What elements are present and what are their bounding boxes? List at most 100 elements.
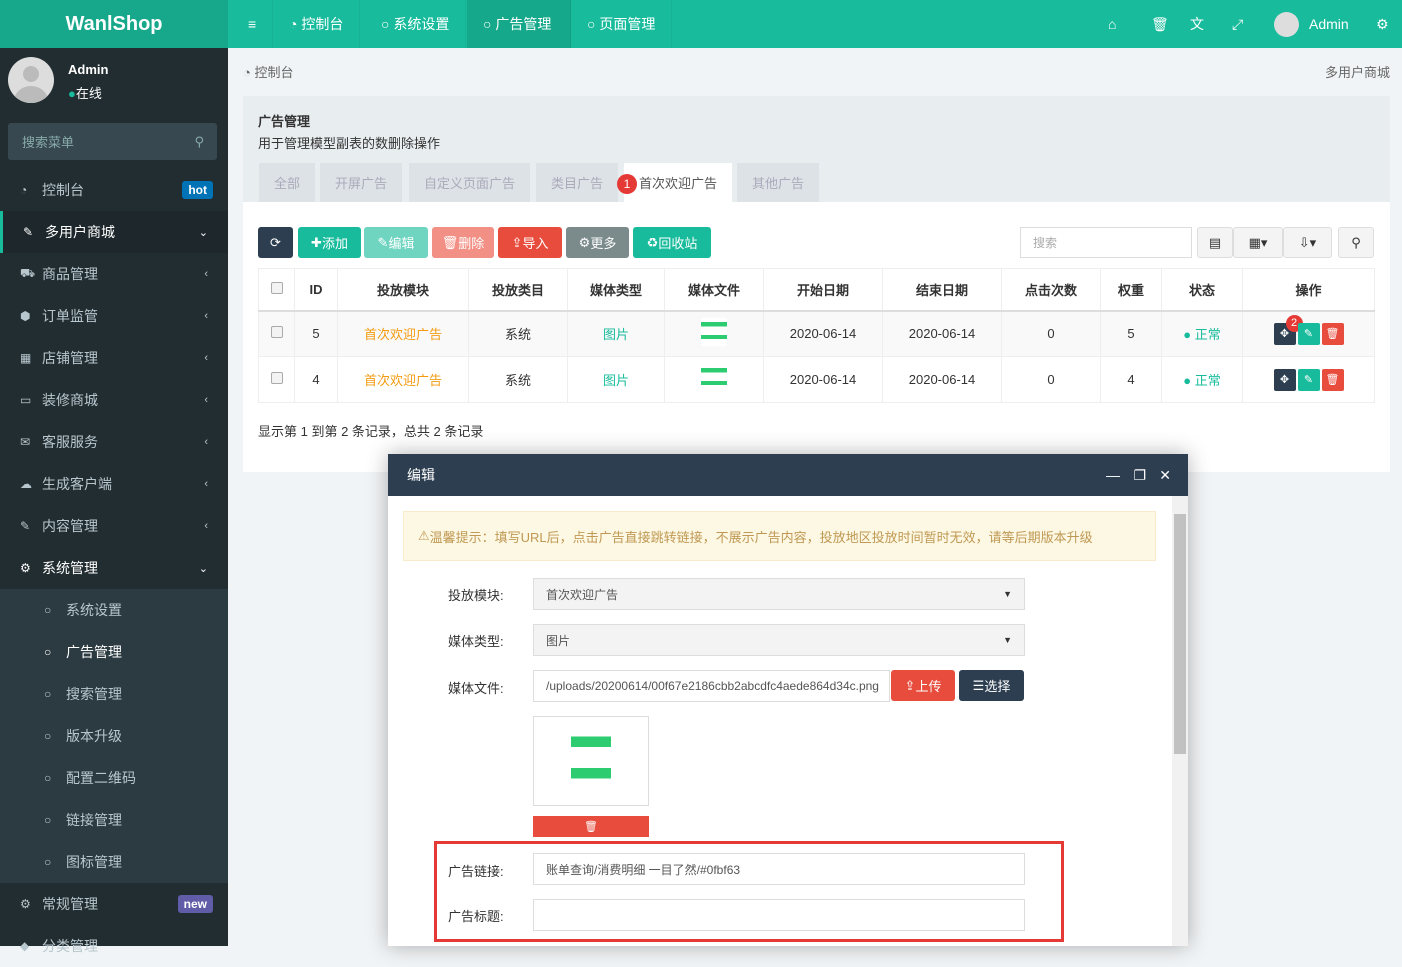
sidebar-item[interactable]: ○ 链接管理 (0, 799, 228, 841)
cell-module[interactable]: 首次欢迎广告 (337, 310, 469, 357)
media-type-select[interactable]: 图片 ▼ (533, 624, 1025, 656)
module-select[interactable]: 首次欢迎广告 ▼ (533, 578, 1025, 610)
logo[interactable]: WanlShop (0, 0, 228, 48)
toggle-view-button[interactable]: ▤ (1197, 227, 1233, 258)
media-file-input[interactable]: /uploads/20200614/00f67e2186cbb2abcdfc4a… (533, 670, 890, 702)
home-icon[interactable]: ⌂ (1108, 0, 1116, 48)
edit-label: 编辑 (388, 236, 415, 251)
drag-sort-button[interactable]: ✥ 2 (1273, 314, 1303, 345)
trash-icon[interactable]: 🗑 (1151, 0, 1169, 48)
col-end-date[interactable]: 结束日期 (882, 268, 1002, 312)
columns-button[interactable]: ▦▾ (1233, 227, 1283, 258)
sidebar-item[interactable]: ○ 版本升级 (0, 715, 228, 757)
col-status[interactable]: 状态 (1161, 268, 1243, 312)
col-weight[interactable]: 权重 (1100, 268, 1162, 312)
tab-splash[interactable]: 开屏广告 (320, 163, 403, 202)
edit-button[interactable]: ✎ 编辑 (364, 227, 428, 258)
tab-other[interactable]: 其他广告 (737, 163, 820, 202)
choose-button[interactable]: ☰ 选择 (959, 670, 1024, 701)
row-edit-button[interactable]: ✎ (1297, 368, 1320, 391)
upload-button[interactable]: ⇪ 上传 (891, 670, 955, 701)
recycle-button[interactable]: ♻ 回收站 (633, 227, 711, 258)
remove-image-button[interactable]: 🗑 (533, 816, 649, 837)
col-clicks[interactable]: 点击次数 (1001, 268, 1101, 312)
row-checkbox[interactable] (258, 356, 295, 403)
sidebar-item[interactable]: ▭ 装修商城 ‹ (0, 379, 228, 421)
row-checkbox[interactable] (258, 310, 295, 357)
cell-media-type[interactable]: 图片 (567, 310, 665, 357)
col-id[interactable]: ID (294, 268, 338, 312)
sidebar-item[interactable]: ⚙ 系统管理 ⌄ (0, 547, 228, 589)
translate-icon[interactable]: 文 (1190, 0, 1204, 48)
tab-welcome[interactable]: 首次欢迎广告 (624, 163, 733, 202)
col-media-type[interactable]: 媒体类型 (567, 268, 665, 312)
sidebar-item[interactable]: ○ 系统设置 (0, 589, 228, 631)
sidebar-item[interactable]: ⛟ 商品管理 ‹ (0, 253, 228, 295)
sidebar-search-input[interactable]: 搜索菜单 ⚲ (8, 123, 217, 160)
delete-button[interactable]: 🗑 删除 (432, 227, 494, 258)
sidebar-item[interactable]: ⚙ 常规管理 new (0, 883, 228, 925)
avatar[interactable] (1274, 12, 1299, 37)
breadcrumb-home[interactable]: 控制台 (254, 65, 293, 80)
cell-clicks: 0 (1001, 310, 1101, 357)
row-edit-button[interactable]: ✎ (1297, 322, 1320, 345)
topnav-page-management[interactable]: ○ 页面管理 (571, 0, 673, 48)
table-search-input[interactable]: 搜索 (1020, 227, 1192, 258)
row-delete-button[interactable]: 🗑 (1321, 322, 1344, 345)
link-input[interactable]: 账单查询/消费明细 一目了然/#0fbf63 (533, 853, 1025, 885)
col-module[interactable]: 投放模块 (337, 268, 469, 312)
fullscreen-icon[interactable]: ⤢ (1232, 0, 1243, 48)
sidebar-item[interactable]: ◔ 控制台 hot (0, 169, 228, 211)
col-start-date[interactable]: 开始日期 (763, 268, 883, 312)
col-media-file[interactable]: 媒体文件 (664, 268, 764, 312)
select-all-checkbox[interactable] (258, 268, 295, 312)
cell-media-file[interactable] (664, 310, 764, 357)
sidebar-item[interactable]: ✎ 多用户商城 ⌄ (0, 211, 228, 253)
menu-toggle-button[interactable]: ≡ (232, 0, 274, 48)
menu-icon: ◆ (20, 939, 30, 953)
import-button[interactable]: ⇪ 导入 (498, 227, 562, 258)
topnav-ad-management[interactable]: ○ 广告管理 (467, 0, 571, 48)
gears-icon[interactable]: ⚙ (1376, 0, 1389, 48)
sidebar-item[interactable]: ○ 图标管理 (0, 841, 228, 883)
tab-custom-page[interactable]: 自定义页面广告 (409, 163, 531, 202)
refresh-button[interactable]: ⟳ (258, 227, 293, 258)
status-dot-icon: ● (1183, 373, 1195, 388)
col-category[interactable]: 投放类目 (468, 268, 568, 312)
cell-actions: ✥ 2 ✎ 🗑 (1242, 310, 1375, 357)
tab-category[interactable]: 类目广告 (536, 163, 619, 202)
cell-media-type[interactable]: 图片 (567, 356, 665, 403)
row-delete-button[interactable]: 🗑 (1321, 368, 1344, 391)
sidebar-item[interactable]: ▦ 店铺管理 ‹ (0, 337, 228, 379)
add-button[interactable]: ✚ 添加 (298, 227, 361, 258)
title-input[interactable] (533, 899, 1025, 931)
sidebar-item[interactable]: ☁ 生成客户端 ‹ (0, 463, 228, 505)
topnav-system-settings[interactable]: ○ 系统设置 (365, 0, 467, 48)
cell-media-file[interactable] (664, 356, 764, 403)
tab-all[interactable]: 全部 (259, 163, 316, 202)
breadcrumb-right[interactable]: 多用户商城 (1325, 62, 1390, 81)
sidebar-item[interactable]: ✉ 客服服务 ‹ (0, 421, 228, 463)
cell-module[interactable]: 首次欢迎广告 (337, 356, 469, 403)
table-row[interactable]: 4 首次欢迎广告 系统 图片 2020-06-14 2020-06-14 0 4 ● 正常 ✥ ✎ 🗑 (258, 356, 1375, 403)
modal-scrollbar[interactable] (1172, 496, 1188, 946)
media-thumbnail[interactable] (701, 318, 727, 347)
search-button[interactable]: ⚲ (1338, 227, 1374, 258)
table-row[interactable]: 5 首次欢迎广告 系统 图片 2020-06-14 2020-06-14 0 5 ● 正常 ✥ 2 ✎… (258, 310, 1375, 357)
maximize-icon[interactable]: ❐ (1133, 467, 1146, 484)
media-thumbnail[interactable] (701, 364, 727, 392)
sidebar-item[interactable]: ◆ 分类管理 (0, 925, 228, 967)
close-icon[interactable]: ✕ (1159, 467, 1171, 484)
sidebar-item[interactable]: ○ 搜索管理 (0, 673, 228, 715)
module-value: 首次欢迎广告 (546, 587, 619, 602)
drag-sort-button[interactable]: ✥ (1273, 368, 1296, 391)
sidebar-item[interactable]: ✎ 内容管理 ‹ (0, 505, 228, 547)
export-button[interactable]: ⇩▾ (1283, 227, 1332, 258)
more-button[interactable]: ⚙ 更多 (566, 227, 629, 258)
sidebar-item[interactable]: ⬢ 订单监管 ‹ (0, 295, 228, 337)
minimize-icon[interactable]: — (1106, 467, 1120, 483)
topnav-user[interactable]: Admin (1309, 0, 1349, 48)
topnav-dashboard[interactable]: ◔ 控制台 (273, 0, 361, 48)
sidebar-item[interactable]: ○ 广告管理 (0, 631, 228, 673)
sidebar-item[interactable]: ○ 配置二维码 (0, 757, 228, 799)
